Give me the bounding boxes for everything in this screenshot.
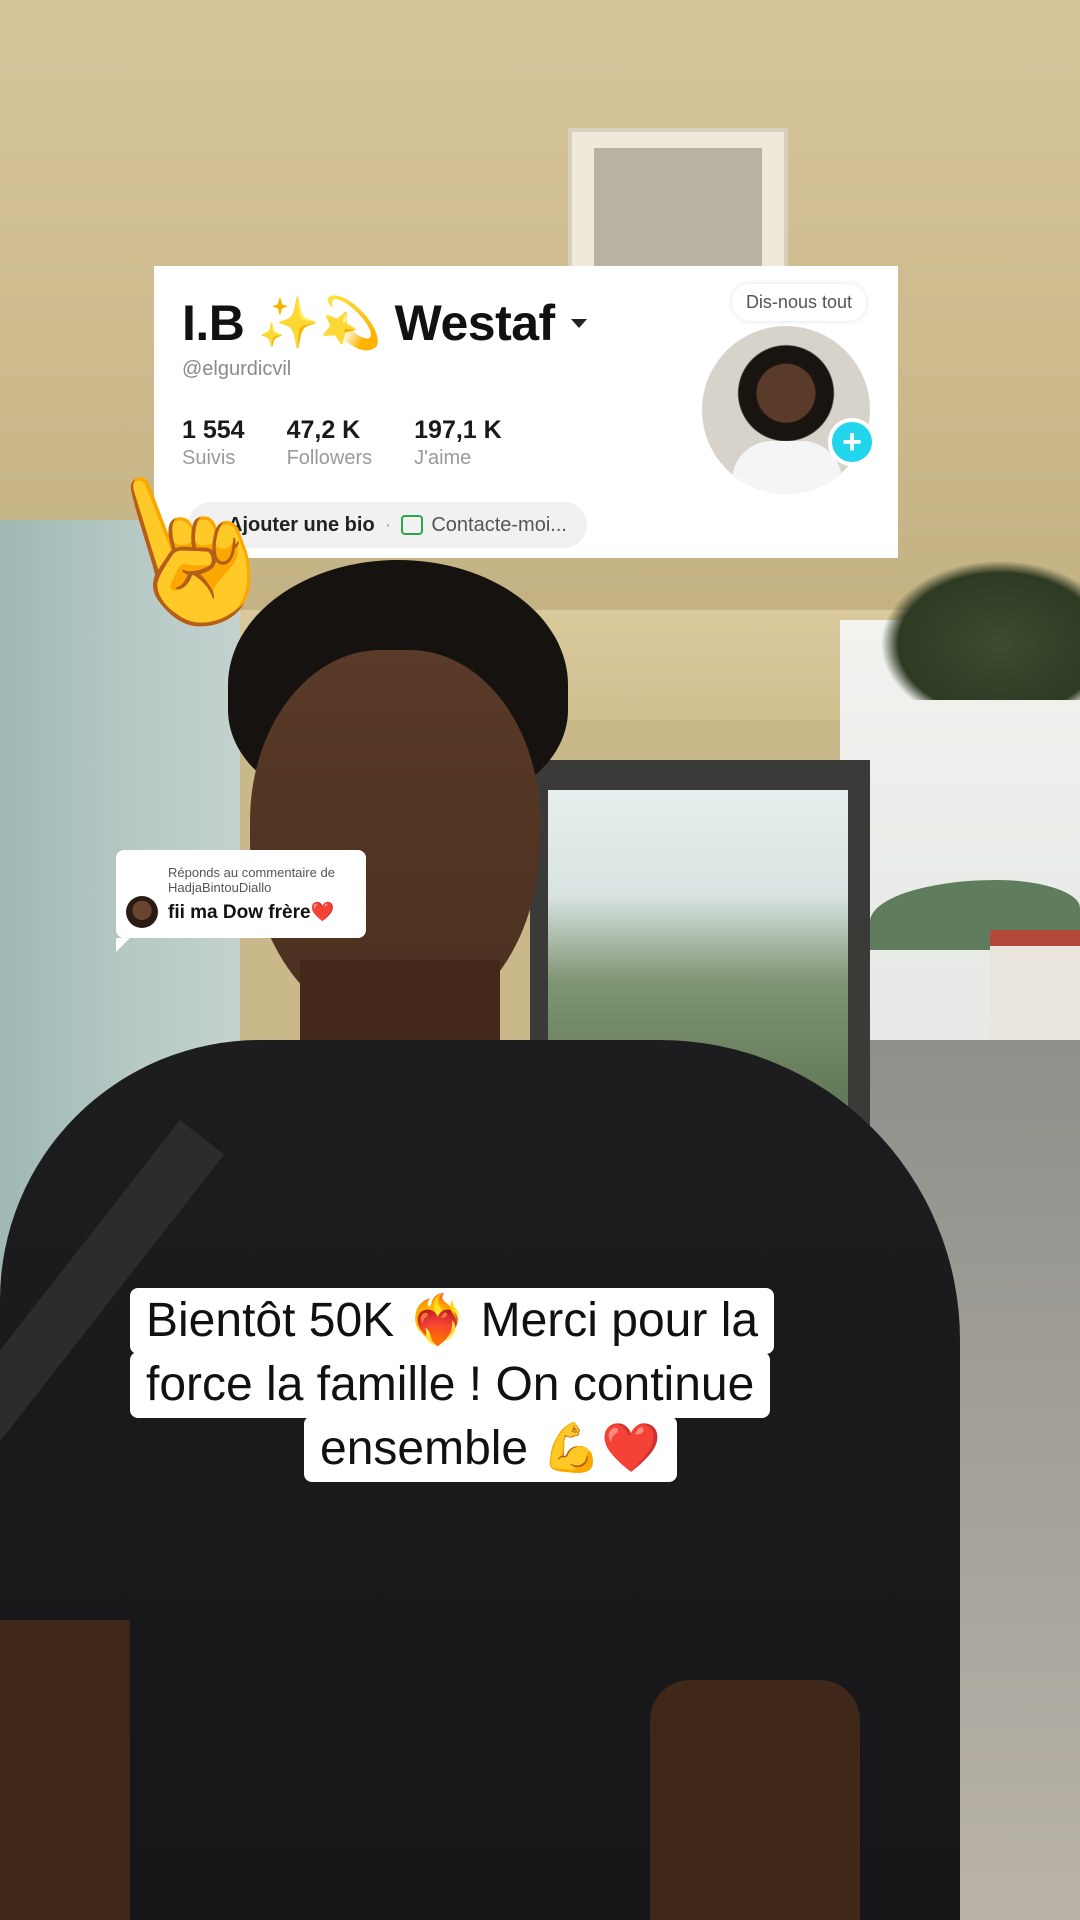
avatar-shirt	[732, 441, 842, 494]
profile-name-row[interactable]: I.B ✨💫 Westaf	[182, 294, 587, 353]
profile-avatar[interactable]	[702, 326, 870, 494]
profile-display-name: I.B ✨💫 Westaf	[182, 295, 555, 351]
stat-label: J'aime	[414, 447, 472, 469]
profile-handle: @elgurdicvil	[182, 358, 292, 380]
trees	[880, 560, 1080, 700]
person-arm-left	[0, 1620, 130, 1920]
chat-bubble-icon	[401, 515, 424, 535]
separator-dot: ·	[384, 513, 392, 536]
chevron-down-icon[interactable]	[570, 319, 587, 328]
caption-line-1: Bientôt 50K ❤️‍🔥 Merci pour la	[130, 1288, 775, 1354]
follow-plus-icon[interactable]: +	[828, 418, 876, 466]
commenter-avatar	[126, 896, 158, 928]
stat-likes[interactable]: 197,1 K J'aime	[414, 416, 502, 470]
caption-line-3: ensemble 💪❤️	[304, 1416, 677, 1482]
stat-value: 47,2 K	[286, 416, 361, 444]
tell-us-bubble[interactable]: Dis-nous tout	[731, 284, 866, 321]
reply-header-line: Réponds au commentaire de	[168, 865, 335, 880]
contact-button[interactable]: Contacte-moi...	[401, 514, 567, 537]
reply-comment-sticker[interactable]: Réponds au commentaire de HadjaBintouDia…	[116, 850, 366, 952]
reply-commenter-name: HadjaBintouDiallo	[168, 879, 272, 895]
person-arm-right	[650, 1680, 860, 1920]
caption-line-2: force la famille ! On continue	[130, 1352, 771, 1418]
contact-label: Contacte-moi...	[431, 513, 567, 536]
reply-comment-text: fii ma Dow frère❤️	[168, 902, 335, 923]
reply-header: Réponds au commentaire de HadjaBintouDia…	[168, 865, 335, 896]
stat-value: 197,1 K	[414, 416, 502, 444]
house	[990, 930, 1080, 1046]
stat-followers[interactable]: 47,2 K Followers	[287, 416, 373, 470]
stat-label: Followers	[286, 447, 373, 469]
ceiling-light	[568, 128, 788, 276]
